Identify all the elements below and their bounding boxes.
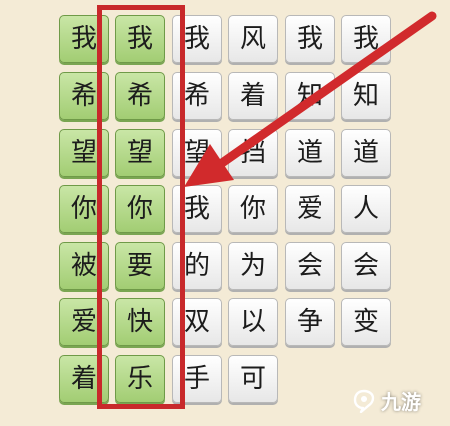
char-tile-r3-c2[interactable]: 望 xyxy=(115,129,165,177)
char-tile-r4-c1[interactable]: 你 xyxy=(59,185,109,233)
char-tile-r6-c6[interactable]: 变 xyxy=(341,298,391,346)
char-tile-r2-c2[interactable]: 希 xyxy=(115,72,165,120)
char-tile-r3-c3[interactable]: 望 xyxy=(172,129,222,177)
char-tile-r7-c3[interactable]: 手 xyxy=(172,355,222,403)
char-tile-r2-c5[interactable]: 知 xyxy=(285,72,335,120)
char-tile-r3-c6[interactable]: 道 xyxy=(341,129,391,177)
char-tile-r1-c5[interactable]: 我 xyxy=(285,15,335,63)
char-tile-r1-c1[interactable]: 我 xyxy=(59,15,109,63)
char-tile-r7-c2[interactable]: 乐 xyxy=(115,355,165,403)
char-tile-r4-c5[interactable]: 爱 xyxy=(285,185,335,233)
char-tile-r6-c4[interactable]: 以 xyxy=(228,298,278,346)
char-tile-r5-c4[interactable]: 为 xyxy=(228,242,278,290)
char-tile-r2-c1[interactable]: 希 xyxy=(59,72,109,120)
char-tile-r6-c2[interactable]: 快 xyxy=(115,298,165,346)
char-tile-r4-c6[interactable]: 人 xyxy=(341,185,391,233)
char-tile-r3-c4[interactable]: 挡 xyxy=(228,129,278,177)
char-tile-r1-c2[interactable]: 我 xyxy=(115,15,165,63)
char-tile-r7-c1[interactable]: 着 xyxy=(59,355,109,403)
word-puzzle-board: 我我我风我我希希希着知知望望望挡道道你你我你爱人被要的为会会爱快双以争变着乐手可 xyxy=(0,0,450,426)
char-tile-r6-c5[interactable]: 争 xyxy=(285,298,335,346)
char-tile-r5-c5[interactable]: 会 xyxy=(285,242,335,290)
char-tile-r4-c2[interactable]: 你 xyxy=(115,185,165,233)
char-tile-r5-c3[interactable]: 的 xyxy=(172,242,222,290)
char-tile-r4-c3[interactable]: 我 xyxy=(172,185,222,233)
char-tile-r1-c4[interactable]: 风 xyxy=(228,15,278,63)
char-tile-r1-c6[interactable]: 我 xyxy=(341,15,391,63)
char-tile-r2-c3[interactable]: 希 xyxy=(172,72,222,120)
char-tile-r3-c5[interactable]: 道 xyxy=(285,129,335,177)
char-tile-r2-c6[interactable]: 知 xyxy=(341,72,391,120)
char-tile-r6-c3[interactable]: 双 xyxy=(172,298,222,346)
char-tile-r5-c6[interactable]: 会 xyxy=(341,242,391,290)
char-tile-r6-c1[interactable]: 爱 xyxy=(59,298,109,346)
char-tile-r2-c4[interactable]: 着 xyxy=(228,72,278,120)
char-tile-r7-c4[interactable]: 可 xyxy=(228,355,278,403)
char-tile-r5-c2[interactable]: 要 xyxy=(115,242,165,290)
char-tile-r5-c1[interactable]: 被 xyxy=(59,242,109,290)
char-tile-r4-c4[interactable]: 你 xyxy=(228,185,278,233)
char-tile-r3-c1[interactable]: 望 xyxy=(59,129,109,177)
char-tile-r1-c3[interactable]: 我 xyxy=(172,15,222,63)
